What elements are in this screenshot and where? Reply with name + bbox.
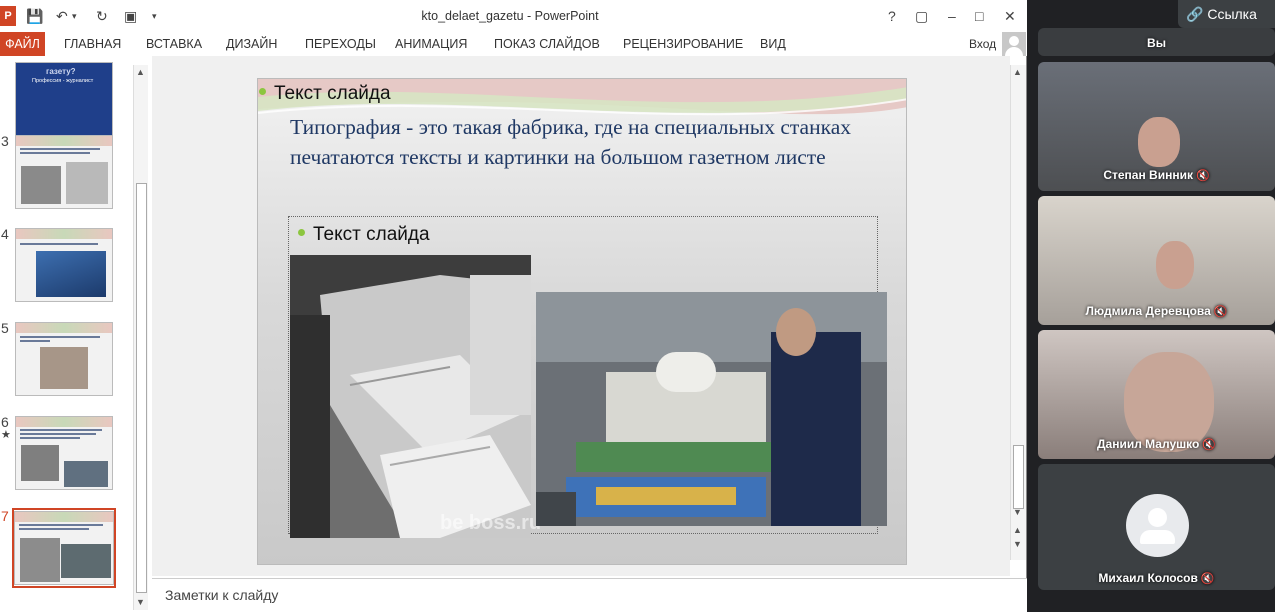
participant-tile[interactable]: Михаил Колосов 🔇	[1038, 464, 1275, 590]
notes-pane[interactable]	[152, 578, 1027, 612]
user-avatar-icon[interactable]	[1002, 32, 1026, 56]
slide-thumbnail-6[interactable]	[15, 416, 113, 490]
participant-name: Михаил Колосов 🔇	[1098, 571, 1215, 585]
next-slide-icon[interactable]: ▼	[1013, 539, 1022, 549]
default-avatar-icon	[1126, 494, 1189, 557]
thumbnail-number: 7	[1, 508, 9, 524]
participant-name: Людмила Деревцова 🔇	[1085, 304, 1228, 318]
save-icon[interactable]: 💾	[26, 6, 43, 26]
printing-press-image	[290, 255, 531, 538]
undo-icon[interactable]: ↶	[56, 6, 68, 26]
slide-scrollbar[interactable]: ▲ ▼ ▲ ▼	[1010, 65, 1026, 560]
ribbon-display-button[interactable]: ▢	[915, 6, 928, 26]
tab-design[interactable]: ДИЗАЙН	[226, 37, 277, 51]
tab-review[interactable]: РЕЦЕНЗИРОВАНИЕ	[623, 37, 743, 51]
thumbnail-scrollbar[interactable]: ▲ ▼	[133, 65, 148, 610]
tab-animations[interactable]: АНИМАЦИЯ	[395, 37, 467, 51]
link-icon: 🔗	[1186, 6, 1204, 22]
redo-icon[interactable]: ↻	[96, 6, 108, 26]
powerpoint-logo-icon: P	[0, 6, 16, 26]
slide-thumbnail-4[interactable]	[15, 228, 113, 302]
undo-dropdown-icon[interactable]: ▾	[72, 6, 77, 26]
participant-face	[1138, 117, 1180, 167]
self-video-tile[interactable]: Вы	[1038, 28, 1275, 56]
tab-view[interactable]: ВИД	[760, 37, 786, 51]
thumbnail-number: 3	[1, 133, 9, 149]
close-button[interactable]: ✕	[1004, 6, 1016, 26]
tab-insert[interactable]: ВСТАВКА	[146, 37, 202, 51]
scroll-up-arrow-icon[interactable]: ▲	[1013, 67, 1022, 77]
content-text-label-text: Текст слайда	[313, 224, 430, 245]
customize-toolbar-icon[interactable]: ▾	[152, 6, 157, 26]
tab-file[interactable]: ФАЙЛ	[0, 32, 45, 56]
photo-watermark: be boss.ru	[440, 512, 542, 534]
scroll-down-arrow-icon[interactable]: ▼	[1013, 507, 1022, 517]
help-button[interactable]: ?	[888, 6, 896, 26]
link-button-label: Ссылка	[1207, 6, 1257, 22]
tab-slideshow[interactable]: ПОКАЗ СЛАЙДОВ	[494, 37, 600, 51]
print-operator-photo[interactable]	[536, 292, 887, 526]
print-operator-image	[536, 292, 887, 526]
participant-name: Степан Винник 🔇	[1103, 168, 1210, 182]
powerpoint-window: P 💾 ↶ ▾ ↻ ▣ ▾ kto_delaet_gazetu - PowerP…	[0, 0, 1027, 612]
participant-name: Даниил Малушко 🔇	[1096, 437, 1217, 451]
link-button[interactable]: 🔗 Ссылка	[1178, 0, 1275, 28]
sign-in-link[interactable]: Вход	[969, 37, 996, 51]
maximize-button[interactable]: □	[975, 6, 983, 26]
participant-tile[interactable]: Людмила Деревцова 🔇	[1038, 196, 1275, 325]
mic-off-icon: 🔇	[1200, 573, 1215, 585]
previous-slide-icon[interactable]: ▲	[1013, 525, 1022, 535]
thumbnail-title: газету?	[46, 67, 76, 76]
printing-press-photo[interactable]	[290, 255, 531, 538]
scrollbar-thumb[interactable]	[1013, 445, 1024, 509]
content-text-label[interactable]: Текст слайда	[298, 224, 430, 246]
slide-thumbnail-2[interactable]: газету? Профессия - журналист	[15, 62, 113, 136]
bullet-icon	[298, 229, 305, 237]
slide-thumbnail-7[interactable]	[14, 511, 114, 585]
thumbnail-subtitle: Профессия - журналист	[32, 78, 94, 84]
thumbnail-number: 5	[1, 320, 9, 336]
slide-text-label-text: Текст слайда	[274, 83, 391, 104]
scroll-up-arrow-icon[interactable]: ▲	[136, 67, 145, 77]
slide-thumbnail-5[interactable]	[15, 322, 113, 396]
participant-face	[1156, 241, 1194, 289]
participant-tile[interactable]: Степан Винник 🔇	[1038, 62, 1275, 191]
tab-transitions[interactable]: ПЕРЕХОДЫ	[305, 37, 376, 51]
notes-placeholder[interactable]: Заметки к слайду	[165, 587, 278, 603]
self-label: Вы	[1147, 36, 1166, 50]
bullet-icon	[259, 88, 266, 96]
mic-off-icon: 🔇	[1195, 170, 1210, 182]
scrollbar-thumb[interactable]	[136, 183, 147, 593]
mic-off-icon: 🔇	[1202, 439, 1217, 451]
participant-tile[interactable]: Даниил Малушко 🔇	[1038, 330, 1275, 459]
minimize-button[interactable]: –	[948, 6, 956, 26]
slide-thumbnail-3[interactable]	[15, 135, 113, 209]
animation-star-icon: ★	[1, 429, 11, 441]
tab-home[interactable]: ГЛАВНАЯ	[64, 37, 121, 51]
document-title: kto_delaet_gazetu - PowerPoint	[421, 9, 599, 23]
mic-off-icon: 🔇	[1213, 306, 1228, 318]
scroll-down-arrow-icon[interactable]: ▼	[136, 597, 145, 607]
slide-text-label[interactable]: Текст слайда	[259, 83, 391, 105]
start-slideshow-icon[interactable]: ▣	[124, 6, 137, 26]
thumbnail-number: 4	[1, 226, 9, 242]
slide-heading[interactable]: Типография - это такая фабрика, где на с…	[290, 112, 890, 172]
